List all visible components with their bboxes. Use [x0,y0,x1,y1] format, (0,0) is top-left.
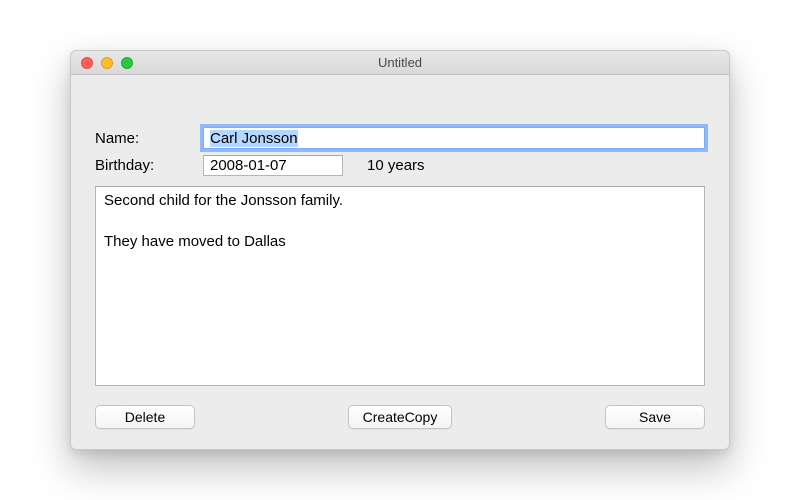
app-window: Untitled Name: Birthday: 10 years Delete… [70,50,730,450]
name-label: Name: [95,130,203,147]
button-row: Delete CreateCopy Save [95,405,705,429]
notes-textarea[interactable] [95,186,705,386]
delete-button[interactable]: Delete [95,405,195,429]
close-icon[interactable] [81,57,93,69]
spacer [95,93,705,127]
name-input[interactable] [203,127,705,149]
window-title: Untitled [378,55,422,70]
name-row: Name: [95,127,705,149]
birthday-wrap: 10 years [203,155,425,176]
zoom-icon[interactable] [121,57,133,69]
create-copy-button[interactable]: CreateCopy [348,405,453,429]
birthday-input[interactable] [203,155,343,176]
titlebar: Untitled [71,51,729,75]
window-controls [81,57,133,69]
content-area: Name: Birthday: 10 years Delete CreateCo… [71,75,729,449]
birthday-label: Birthday: [95,157,203,174]
age-text: 10 years [367,157,425,174]
minimize-icon[interactable] [101,57,113,69]
birthday-row: Birthday: 10 years [95,155,705,176]
save-button[interactable]: Save [605,405,705,429]
